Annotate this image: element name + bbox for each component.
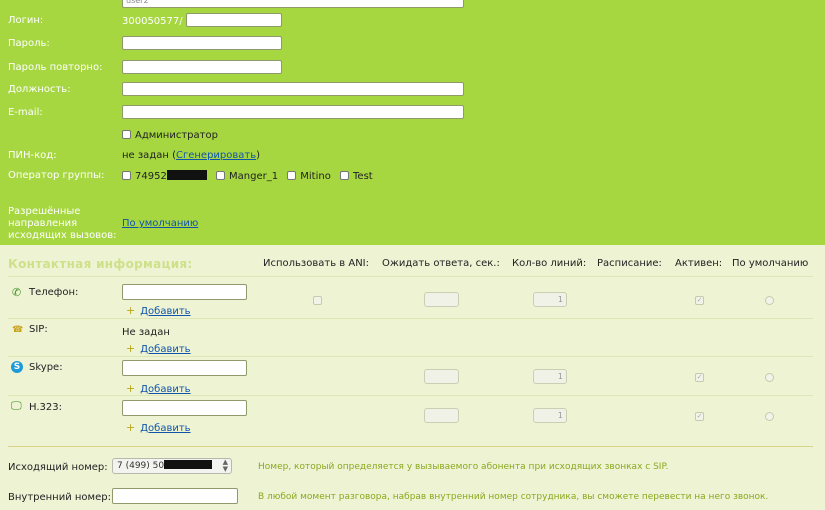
chevron-up-down-icon: ▲ ▼ (222, 458, 228, 473)
internal-label: Внутренний номер: (8, 492, 111, 503)
outgoing-hint: Номер, который определяется у вызываемог… (258, 462, 669, 472)
group-operator-label: Оператор группы: (8, 170, 105, 181)
email-label: E-mail: (8, 107, 43, 118)
skype-input[interactable] (122, 360, 247, 376)
login-field[interactable] (186, 13, 282, 27)
phone-default-radio[interactable] (765, 296, 774, 305)
row-separator (8, 395, 813, 396)
pin-label: ПИН-код: (8, 150, 57, 161)
pin-generate-link[interactable]: Сгенерировать (176, 150, 256, 161)
skype-default-radio[interactable] (765, 373, 774, 382)
sip-add-link[interactable]: Добавить (140, 344, 190, 355)
plus-icon: + (126, 304, 136, 317)
password-field[interactable] (122, 36, 282, 50)
col-header-ani: Использовать в ANI: (263, 258, 369, 269)
row-separator (8, 318, 813, 319)
group-checkbox-74952[interactable] (122, 171, 131, 180)
phone-label: Телефон: (29, 287, 79, 298)
password-repeat-field[interactable] (122, 60, 282, 74)
row-separator (8, 356, 813, 357)
username-field[interactable]: user2 (122, 0, 464, 8)
skype-add-link[interactable]: Добавить (140, 384, 190, 395)
allowed-directions-label-1: Разрешённые (8, 206, 81, 217)
phone-lines-input[interactable]: 1 (533, 292, 567, 307)
group-label-74952: 74952 (135, 171, 167, 182)
h323-input[interactable] (122, 400, 247, 416)
col-header-schedule: Расписание: (597, 258, 662, 269)
col-header-default: По умолчанию (732, 258, 809, 269)
outgoing-number-select[interactable]: 7 (499) 50 ▲ ▼ (112, 458, 232, 474)
allowed-directions-link[interactable]: По умолчанию (122, 218, 198, 229)
h323-icon: 🖵 (11, 399, 22, 412)
skype-active-checkbox[interactable]: ✓ (695, 373, 704, 382)
header-separator (8, 276, 813, 277)
pin-status: не задан (122, 150, 169, 161)
sip-status: Не задан (122, 327, 170, 338)
phone-active-checkbox[interactable]: ✓ (695, 296, 704, 305)
group-label-test: Test (353, 171, 373, 182)
h323-label: H.323: (29, 402, 62, 413)
admin-checkbox[interactable] (122, 130, 131, 139)
h323-add-link[interactable]: Добавить (140, 423, 190, 434)
contact-info-title: Контактная информация: (8, 257, 193, 271)
redaction-bar (164, 460, 213, 469)
redaction-bar (166, 170, 207, 180)
plus-icon: + (126, 421, 136, 434)
group-label-manger: Manger_1 (229, 171, 279, 182)
pin-status-row: не задан (Сгенерировать) (122, 150, 261, 161)
skype-icon: S (11, 361, 23, 373)
phone-wait-input[interactable] (424, 292, 459, 307)
skype-add-row: + Добавить (126, 382, 191, 395)
password-repeat-label: Пароль повторно: (8, 62, 103, 73)
internal-number-input[interactable] (112, 488, 238, 504)
group-label-mitino: Mitino (300, 171, 331, 182)
h323-wait-input[interactable] (424, 408, 459, 423)
col-header-active: Активен: (675, 258, 723, 269)
sip-label: SIP: (29, 324, 48, 335)
plus-icon: + (126, 342, 136, 355)
h323-add-row: + Добавить (126, 421, 191, 434)
outgoing-number-value: 7 (499) 50 (117, 461, 165, 471)
group-checkboxes: 74952 Manger_1 Mitino Test (122, 170, 373, 182)
outgoing-label: Исходящий номер: (8, 462, 108, 473)
position-field[interactable] (122, 82, 464, 96)
group-checkbox-test[interactable] (340, 171, 350, 180)
position-label: Должность: (8, 84, 71, 95)
h323-active-checkbox[interactable]: ✓ (695, 412, 704, 421)
admin-checkbox-row[interactable]: Администратор (122, 130, 218, 141)
skype-label: Skype: (29, 362, 63, 373)
phone-add-row: + Добавить (126, 304, 191, 317)
admin-checkbox-label: Администратор (135, 130, 218, 141)
group-checkbox-manger[interactable] (216, 171, 225, 180)
section-divider (8, 446, 813, 447)
phone-ani-checkbox[interactable] (313, 296, 322, 305)
phone-add-link[interactable]: Добавить (140, 306, 190, 317)
password-label: Пароль: (8, 38, 50, 49)
allowed-directions-label-3: исходящих вызовов: (8, 230, 117, 241)
plus-icon: + (126, 382, 136, 395)
internal-hint: В любой момент разговора, набрав внутрен… (258, 492, 769, 502)
group-checkbox-mitino[interactable] (287, 171, 297, 180)
phone-icon: ✆ (12, 286, 22, 299)
sip-icon: ☎ (12, 325, 24, 335)
allowed-directions-label-2: направления (8, 218, 78, 229)
login-label: Логин: (8, 15, 44, 26)
email-field[interactable] (122, 105, 464, 119)
skype-lines-input[interactable]: 1 (533, 369, 567, 384)
login-prefix: 300050577/ (122, 16, 183, 27)
col-header-wait: Ожидать ответа, сек.: (382, 258, 500, 269)
skype-wait-input[interactable] (424, 369, 459, 384)
phone-input[interactable] (122, 284, 247, 300)
col-header-lines: Кол-во линий: (512, 258, 587, 269)
h323-lines-input[interactable]: 1 (533, 408, 567, 423)
sip-add-row: + Добавить (126, 342, 191, 355)
h323-default-radio[interactable] (765, 412, 774, 421)
